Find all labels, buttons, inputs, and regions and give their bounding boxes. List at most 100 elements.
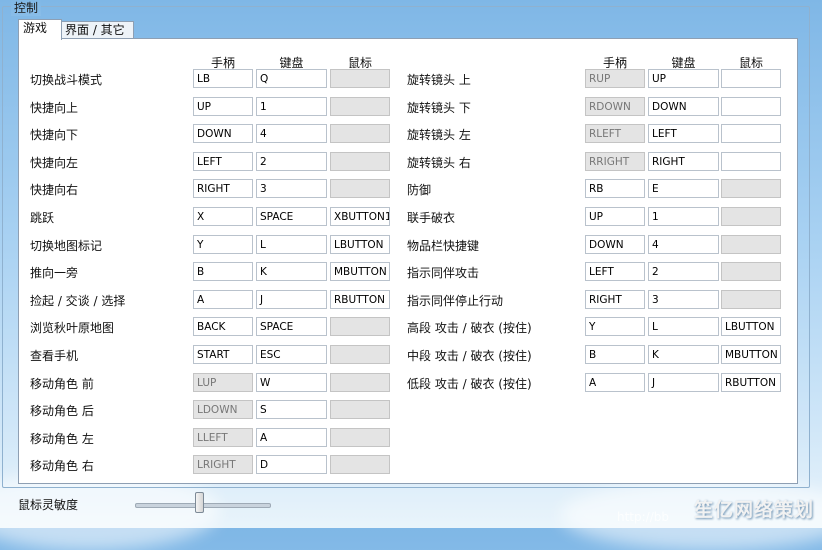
left_rows-gamepad-binding[interactable]: START [193, 345, 253, 364]
left_rows-gamepad-binding[interactable]: DOWN [193, 124, 253, 144]
left_rows-gamepad-binding: LLEFT [193, 427, 253, 447]
right_rows-action-label: 旋转镜头 左 [407, 128, 471, 143]
right_rows-keyboard-binding[interactable]: 4 [648, 234, 719, 254]
right_rows-mouse-binding[interactable] [721, 69, 781, 88]
left_rows-keyboard-binding[interactable]: 4 [256, 124, 327, 144]
mouse-sensitivity-slider[interactable] [195, 492, 205, 513]
right_rows-keyboard-binding[interactable]: LEFT [648, 124, 719, 144]
left_rows-action-label: 推向一旁 [30, 266, 79, 281]
left_rows-keyboard-binding[interactable]: SPACE [256, 317, 327, 337]
right_rows-action-label: 指示同伴停止行动 [407, 293, 504, 308]
right_rows-mouse-binding[interactable]: MBUTTON [721, 345, 781, 364]
left_rows-gamepad-binding[interactable]: A [193, 289, 253, 309]
left_rows-keyboard-binding[interactable]: S [256, 400, 327, 420]
left_rows-action-label: 查看手机 [30, 349, 79, 363]
left_rows-keyboard-binding[interactable]: ESC [256, 345, 327, 364]
left_rows-gamepad-binding[interactable]: X [193, 207, 253, 226]
left_rows-mouse-binding[interactable]: LBUTTON [330, 234, 390, 254]
right_rows-keyboard-binding[interactable]: 2 [648, 262, 719, 282]
right_rows-mouse-binding [721, 207, 781, 226]
right_rows-action-label: 物品栏快捷键 [407, 238, 480, 253]
left_rows-keyboard-binding[interactable]: 3 [256, 179, 327, 199]
left_rows-keyboard-binding[interactable]: L [256, 234, 327, 254]
right_rows-action-label: 指示同伴攻击 [407, 266, 480, 281]
watermark-brand: 笙亿网络策划 [693, 499, 814, 521]
right_rows-mouse-binding[interactable] [721, 151, 781, 171]
right_rows-mouse-binding[interactable]: LBUTTON [721, 317, 781, 337]
left_rows-action-label: 快捷向上 [30, 100, 79, 115]
right_rows-gamepad-binding[interactable]: LEFT [585, 262, 645, 282]
right_rows-mouse-binding [721, 179, 781, 199]
left_rows-mouse-binding[interactable]: MBUTTON [330, 262, 390, 282]
right_rows-gamepad-binding[interactable]: A [585, 372, 645, 392]
left_rows-mouse-binding [330, 96, 390, 116]
right_rows-action-label: 低段 攻击 / 破衣 (按住) [407, 376, 532, 391]
left_rows-gamepad-binding[interactable]: BACK [193, 317, 253, 337]
left_rows-gamepad-binding: LRIGHT [193, 455, 253, 475]
tab-game[interactable]: 游戏 [18, 19, 62, 40]
left_rows-gamepad-binding[interactable]: RIGHT [193, 179, 253, 199]
left_rows-gamepad-binding[interactable]: Y [193, 234, 253, 254]
left_rows-keyboard-binding[interactable]: 2 [256, 151, 327, 171]
right_rows-gamepad-binding[interactable]: Y [585, 317, 645, 337]
right_rows-gamepad-binding[interactable]: UP [585, 207, 645, 226]
left_rows-keyboard-binding[interactable]: D [256, 455, 327, 475]
right_rows-action-label: 联手破衣 [407, 211, 456, 225]
mouse-sensitivity-label: 鼠标灵敏度 [18, 498, 79, 512]
right_rows-keyboard-binding[interactable]: UP [648, 69, 719, 88]
right_rows-mouse-binding[interactable] [721, 124, 781, 144]
right_rows-mouse-binding [721, 262, 781, 282]
left_rows-gamepad-binding[interactable]: UP [193, 96, 253, 116]
right_rows-keyboard-binding[interactable]: 1 [648, 207, 719, 226]
left_rows-mouse-binding[interactable]: XBUTTON1 [330, 207, 390, 226]
left_rows-keyboard-binding[interactable]: W [256, 372, 327, 392]
left_rows-action-label: 移动角色 后 [30, 404, 94, 419]
right_rows-gamepad-binding[interactable]: B [585, 345, 645, 364]
right_rows-keyboard-binding[interactable]: J [648, 372, 719, 392]
left_rows-gamepad-binding[interactable]: LB [193, 69, 253, 88]
left_rows-keyboard-binding[interactable]: SPACE [256, 207, 327, 226]
controls-panel: 手柄 键盘 鼠标 手柄 键盘 鼠标 切换战斗模式 LB Q 快捷向上 UP 1 快捷向下 DOWN 4 快捷向… [18, 38, 798, 484]
right_rows-action-label: 旋转镜头 上 [407, 73, 471, 87]
left_rows-action-label: 切换战斗模式 [30, 73, 103, 87]
group-title: 控制 [11, 0, 42, 16]
left_rows-gamepad-binding: LUP [193, 372, 253, 392]
right_rows-keyboard-binding[interactable]: 3 [648, 289, 719, 309]
right_rows-keyboard-binding[interactable]: K [648, 345, 719, 364]
left_rows-gamepad-binding[interactable]: B [193, 262, 253, 282]
left_rows-keyboard-binding[interactable]: K [256, 262, 327, 282]
right_rows-keyboard-binding[interactable]: DOWN [648, 96, 719, 116]
right_rows-mouse-binding [721, 289, 781, 309]
left_rows-action-label: 捡起 / 交谈 / 选择 [30, 293, 126, 308]
right_rows-keyboard-binding[interactable]: RIGHT [648, 151, 719, 171]
right_rows-action-label: 旋转镜头 右 [407, 155, 471, 170]
right_rows-gamepad-binding[interactable]: DOWN [585, 234, 645, 254]
right_rows-gamepad-binding[interactable]: RB [585, 179, 645, 199]
left_rows-action-label: 移动角色 右 [30, 459, 94, 474]
right_rows-keyboard-binding[interactable]: E [648, 179, 719, 199]
left_rows-keyboard-binding[interactable]: A [256, 427, 327, 447]
right_rows-keyboard-binding[interactable]: L [648, 317, 719, 337]
left_rows-keyboard-binding[interactable]: Q [256, 69, 327, 88]
right_rows-gamepad-binding: RRIGHT [585, 151, 645, 171]
right_rows-gamepad-binding: RUP [585, 69, 645, 88]
left_rows-action-label: 快捷向右 [30, 183, 79, 198]
right_rows-mouse-binding [721, 234, 781, 254]
left_rows-action-label: 移动角色 左 [30, 431, 94, 446]
tab-interface-other[interactable]: 界面 / 其它 [60, 21, 134, 39]
left_rows-action-label: 跳跃 [30, 211, 55, 225]
right_rows-gamepad-binding: RLEFT [585, 124, 645, 144]
right_rows-action-label: 旋转镜头 下 [407, 100, 471, 115]
right_rows-gamepad-binding[interactable]: RIGHT [585, 289, 645, 309]
right_rows-mouse-binding[interactable]: RBUTTON [721, 372, 781, 392]
left_rows-mouse-binding [330, 400, 390, 420]
left_rows-keyboard-binding[interactable]: J [256, 289, 327, 309]
left_rows-mouse-binding [330, 69, 390, 88]
left_rows-keyboard-binding[interactable]: 1 [256, 96, 327, 116]
left_rows-gamepad-binding[interactable]: LEFT [193, 151, 253, 171]
left_rows-mouse-binding [330, 151, 390, 171]
left_rows-mouse-binding [330, 427, 390, 447]
left_rows-mouse-binding [330, 124, 390, 144]
right_rows-mouse-binding[interactable] [721, 96, 781, 116]
left_rows-mouse-binding[interactable]: RBUTTON [330, 289, 390, 309]
